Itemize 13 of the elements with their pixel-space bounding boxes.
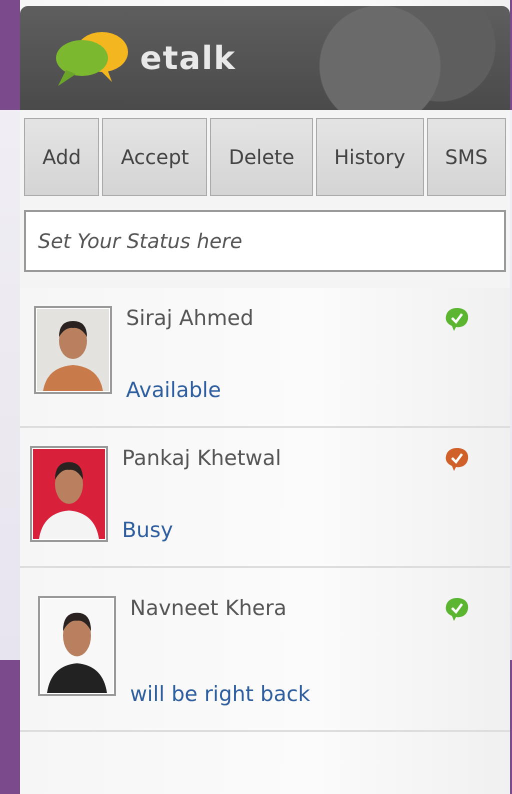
toolbar-button[interactable]: Delete bbox=[210, 118, 313, 196]
toolbar-button[interactable]: SMS bbox=[426, 118, 506, 196]
contact-name: Siraj Ahmed bbox=[126, 306, 254, 332]
toolbar-button[interactable]: History bbox=[316, 118, 424, 196]
app-name: etalk bbox=[140, 39, 236, 77]
contact-status: Busy bbox=[122, 518, 174, 542]
contact-status: will be right back bbox=[130, 682, 312, 706]
toolbar-button[interactable]: Accept bbox=[102, 118, 208, 196]
status-field[interactable]: Set Your Status here bbox=[24, 210, 506, 272]
toolbar-button[interactable]: Add bbox=[24, 118, 100, 196]
contact-name: Navneet Khera bbox=[130, 596, 287, 622]
contact-name: Pankaj Khetwal bbox=[122, 446, 282, 472]
contact-status: Available bbox=[126, 378, 222, 402]
